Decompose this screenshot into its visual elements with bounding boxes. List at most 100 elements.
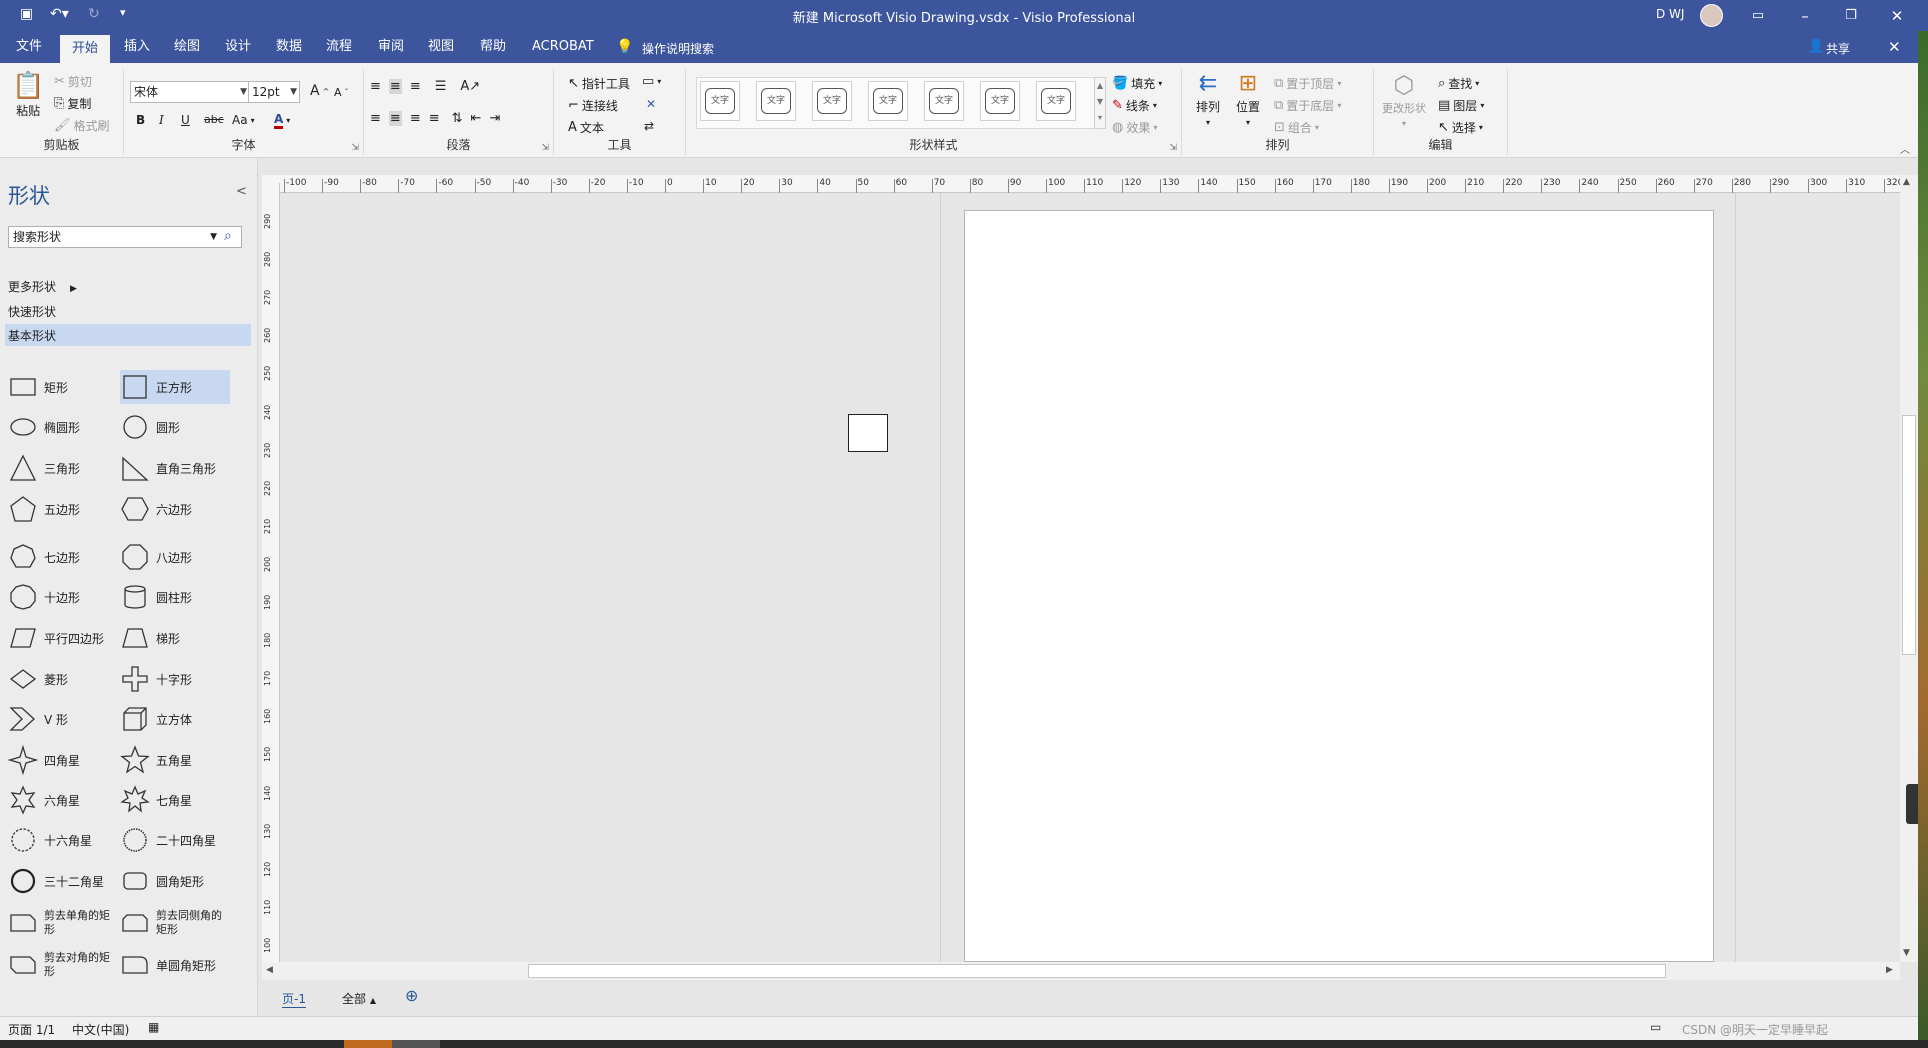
minimize-button[interactable]: – — [1782, 0, 1828, 31]
font-color-button[interactable]: A ▾ — [274, 112, 290, 129]
shape-item[interactable]: 圆柱形 — [120, 580, 230, 614]
shape-item[interactable]: 十边形 — [8, 580, 118, 614]
presentation-icon[interactable]: ▭ — [1650, 1020, 1661, 1034]
pointer-tool-button[interactable]: ↖ 指针工具 — [568, 75, 630, 92]
position-button[interactable]: ⊞ 位置 ▾ — [1236, 73, 1260, 128]
effects-button[interactable]: ◍ 效果 ▾ — [1112, 119, 1157, 136]
search-shapes-input[interactable]: 搜索形状 ▼ — [8, 226, 242, 248]
style-swatch[interactable]: 文字 — [980, 81, 1020, 121]
tab-acrobat[interactable]: ACROBAT — [520, 31, 606, 63]
connection-point-icon[interactable]: ⇄ — [644, 119, 654, 133]
tab-insert[interactable]: 插入 — [112, 31, 162, 63]
user-name[interactable]: D WJ — [1656, 7, 1684, 21]
style-swatch[interactable]: 文字 — [868, 81, 908, 121]
decrease-indent-icon[interactable]: ⇤ — [471, 112, 482, 125]
find-button[interactable]: ⌕ 查找 ▾ — [1438, 75, 1479, 92]
shape-item[interactable]: 三角形 — [8, 451, 118, 485]
change-case-button[interactable]: Aa ▾ — [232, 113, 255, 127]
style-swatch[interactable]: 文字 — [756, 81, 796, 121]
auto-align-button[interactable]: ⇇ 排列 ▾ — [1196, 73, 1220, 128]
macro-icon[interactable]: ▦ — [148, 1020, 159, 1034]
taskbar-item[interactable] — [392, 1040, 440, 1048]
quick-shapes-link[interactable]: 快速形状 — [8, 303, 56, 320]
tab-data[interactable]: 数据 — [264, 31, 314, 63]
taskbar-item[interactable] — [344, 1040, 392, 1048]
close-ribbon-icon[interactable]: ✕ — [1888, 38, 1901, 56]
collapse-pane-icon[interactable]: < — [236, 184, 247, 199]
horizontal-scrollbar[interactable]: ◀ ▶ — [262, 962, 1900, 980]
bring-to-front-button[interactable]: ⧉ 置于顶层 ▾ — [1274, 75, 1341, 92]
shape-item[interactable]: 剪去对角的矩形 — [8, 948, 118, 982]
page-indicator[interactable]: 页面 1/1 — [8, 1021, 55, 1038]
font-size-combo[interactable]: 12pt ▼ — [248, 81, 300, 103]
fill-button[interactable]: 🪣 填充 ▾ — [1112, 75, 1162, 92]
align-bottom-icon[interactable]: ≡ — [410, 80, 421, 93]
strikethrough-button[interactable]: abc — [204, 113, 224, 126]
increase-indent-icon[interactable]: ⇥ — [489, 112, 500, 125]
dialog-launcher-icon[interactable]: ⇲ — [1169, 143, 1177, 153]
cut-button[interactable]: ✂ 剪切 — [54, 73, 92, 90]
shape-item[interactable]: 椭圆形 — [8, 410, 118, 444]
scroll-up-icon[interactable]: ▲ — [1903, 177, 1910, 187]
align-middle-icon[interactable]: ≡ — [388, 79, 402, 94]
align-center-icon[interactable]: ≡ — [388, 111, 402, 126]
shape-item[interactable]: 剪去同侧角的矩形 — [120, 906, 230, 940]
share-icon[interactable]: 👤 — [1808, 39, 1824, 54]
delete-connector-icon[interactable]: ✕ — [646, 97, 656, 111]
shape-item[interactable]: 矩形 — [8, 370, 118, 404]
shrink-font-button[interactable]: Aˇ — [334, 86, 349, 99]
shape-item[interactable]: 五角星 — [120, 743, 230, 777]
connector-button[interactable]: ⌐ 连接线 — [568, 97, 618, 114]
line-button[interactable]: ✎ 线条 ▾ — [1112, 97, 1157, 114]
shape-item[interactable]: 六边形 — [120, 492, 230, 526]
shape-item[interactable]: 平行四边形 — [8, 621, 118, 655]
scroll-left-icon[interactable]: ◀ — [266, 965, 273, 975]
dialog-launcher-icon[interactable]: ⇲ — [541, 143, 549, 153]
shape-item[interactable]: 十六角星 — [8, 823, 118, 857]
align-left-icon[interactable]: ≡ — [370, 112, 381, 125]
select-button[interactable]: ↖ 选择 ▾ — [1438, 119, 1483, 136]
format-painter-button[interactable]: 🖌 格式刷 — [54, 117, 110, 134]
add-page-icon[interactable]: ⊕ — [405, 986, 418, 1005]
vertical-scrollbar[interactable]: ▲ ▼ — [1900, 175, 1918, 962]
all-pages-button[interactable]: 全部 ▲ — [342, 990, 376, 1007]
shape-item[interactable]: 六角星 — [8, 783, 118, 817]
grow-font-button[interactable]: A ^ — [310, 83, 329, 99]
shape-item[interactable]: 直角三角形 — [120, 451, 230, 485]
shape-item[interactable]: 圆形 — [120, 410, 230, 444]
copy-button[interactable]: ⎘ 复制 — [54, 95, 91, 112]
shape-item[interactable]: V 形 — [8, 702, 118, 736]
style-swatch[interactable]: 文字 — [924, 81, 964, 121]
text-rotate-icon[interactable]: A↗ — [460, 80, 480, 93]
language-indicator[interactable]: 中文(中国) — [72, 1021, 129, 1038]
shape-item[interactable]: 单圆角矩形 — [120, 948, 230, 982]
underline-button[interactable]: U — [181, 113, 190, 127]
shape-item[interactable]: 二十四角星 — [120, 823, 230, 857]
dialog-launcher-icon[interactable]: ⇲ — [351, 143, 359, 153]
shape-item[interactable]: 菱形 — [8, 662, 118, 696]
square-shape[interactable] — [848, 414, 888, 452]
close-button[interactable]: ✕ — [1874, 0, 1920, 31]
align-right-icon[interactable]: ≡ — [410, 112, 421, 125]
shape-item[interactable]: 圆角矩形 — [120, 864, 230, 898]
style-swatch[interactable]: 文字 — [1036, 81, 1076, 121]
scroll-down-icon[interactable]: ▼ — [1903, 948, 1910, 958]
tab-file[interactable]: 文件 — [4, 31, 54, 63]
text-tool-button[interactable]: A 文本 — [568, 119, 604, 136]
layers-button[interactable]: ▤ 图层 ▾ — [1438, 97, 1484, 114]
send-to-back-button[interactable]: ⧉ 置于底层 ▾ — [1274, 97, 1341, 114]
scroll-right-icon[interactable]: ▶ — [1886, 965, 1893, 975]
bold-button[interactable]: B — [136, 113, 145, 127]
maximize-button[interactable]: ❐ — [1828, 0, 1874, 31]
group-button[interactable]: ⊡ 组合 ▾ — [1274, 119, 1319, 136]
justify-icon[interactable]: ≡ — [429, 112, 440, 125]
change-shape-button[interactable]: ⬡ 更改形状 ▾ — [1382, 73, 1426, 128]
text-direction-icon[interactable]: ⇅ — [452, 112, 463, 125]
shape-item[interactable]: 五边形 — [8, 492, 118, 526]
share-button[interactable]: 共享 — [1826, 40, 1850, 57]
avatar[interactable] — [1700, 4, 1723, 27]
drawing-canvas[interactable] — [280, 193, 1900, 962]
shape-item[interactable]: 立方体 — [120, 702, 230, 736]
gallery-scroll[interactable]: ▲ ▼ ▾ — [1094, 77, 1106, 129]
collapse-ribbon-icon[interactable]: ︿ — [1900, 141, 1910, 156]
